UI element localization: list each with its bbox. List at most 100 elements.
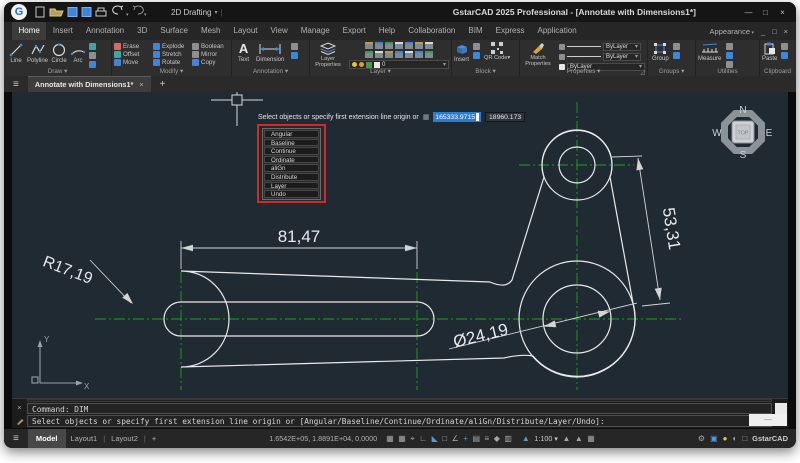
measure-tool[interactable]: Measure — [698, 42, 721, 62]
workspace-grid-icon[interactable]: ▦ — [587, 434, 595, 443]
tab-home[interactable]: Home — [12, 22, 47, 40]
layer-state-icon[interactable] — [385, 51, 393, 58]
snap-mode-icon[interactable]: ▦ — [398, 434, 406, 443]
panel-label-annotation[interactable]: Annotation ▾ — [232, 67, 309, 76]
dynamic-input-toggle-icon[interactable]: + — [463, 434, 468, 443]
appearance-menu[interactable]: Appearance ▾ — [710, 27, 754, 36]
qr-code-tool[interactable]: QR Code▾ — [484, 42, 510, 61]
match-properties-tool[interactable]: Match Properties — [522, 42, 554, 67]
text-tool[interactable]: A Text — [238, 42, 249, 64]
document-tab-active[interactable]: Annotate with Dimensions1* × — [27, 76, 151, 92]
copy-tool[interactable]: Copy — [192, 59, 231, 67]
tab-collaboration[interactable]: Collaboration — [402, 22, 462, 40]
tab-manage[interactable]: Manage — [294, 22, 336, 40]
gstarcad-logo-icon[interactable]: G — [11, 4, 27, 20]
tab-view[interactable]: View — [264, 22, 294, 40]
add-layout-button[interactable]: + — [147, 434, 161, 443]
layer-state-icon[interactable] — [415, 42, 423, 49]
erase-tool[interactable]: Erase — [114, 42, 153, 50]
panel-label-block[interactable]: Block ▾ — [452, 67, 519, 76]
circle-tool[interactable]: Circle — [51, 42, 67, 64]
restore-button[interactable]: □ — [758, 8, 773, 17]
arc-tool[interactable]: Arc — [70, 42, 86, 64]
lock-ui-icon[interactable]: ▣ — [710, 434, 718, 443]
tab-application[interactable]: Application — [531, 22, 583, 40]
block-edit-icon[interactable] — [473, 43, 481, 50]
ortho-mode-icon[interactable]: ∟ — [419, 434, 427, 443]
layer-state-icon[interactable] — [395, 42, 403, 49]
doc-menu-icon[interactable]: ≡ — [13, 79, 19, 90]
leader-tool-icon[interactable] — [291, 43, 299, 50]
transparency-icon[interactable]: ≡ — [485, 434, 490, 443]
polyline-tool[interactable]: Polyline — [27, 42, 48, 64]
tab-insert[interactable]: Insert — [46, 22, 79, 40]
gear-icon[interactable]: ⚙ — [698, 434, 705, 443]
hardware-acceleration-bulb-icon[interactable]: ● — [723, 434, 728, 443]
annotation-monitor-icon[interactable]: ▥ — [504, 434, 512, 443]
panel-label-utilities[interactable]: Utilities — [696, 67, 759, 76]
layer-state-icon[interactable] — [415, 51, 423, 58]
layer-state-icon[interactable] — [365, 51, 373, 58]
tab-close-icon[interactable]: × — [139, 80, 143, 89]
color-dropdown[interactable]: ByLayer ▾ — [603, 42, 641, 51]
customize-pencil-icon[interactable] — [16, 417, 24, 425]
annotation-visibility-icon[interactable]: ▲ — [522, 434, 530, 443]
isolate-objects-icon[interactable]: ◐ — [732, 434, 737, 443]
rectangle-tool-icon[interactable] — [89, 43, 97, 50]
layer-state-icon[interactable] — [375, 51, 383, 58]
redo-dropdown-caret[interactable]: ▾ — [144, 12, 147, 18]
panel-label-layer[interactable]: Layer ▾ — [310, 67, 451, 76]
hatch-tool-icon[interactable] — [89, 52, 97, 59]
panel-label-draw[interactable]: Draw ▾ — [4, 67, 111, 76]
mdi-minimize-button[interactable]: _ — [761, 27, 765, 36]
offset-tool[interactable]: Offset — [114, 50, 153, 58]
command-scrollbar[interactable] — [775, 403, 787, 414]
coordinates-readout[interactable]: 1.6542E+05, 1.8891E+04, 0.0000 — [269, 434, 377, 443]
dynamic-ucs-icon[interactable]: ∠ — [452, 434, 459, 443]
tab-help[interactable]: Help — [372, 22, 401, 40]
new-tab-button[interactable]: + — [160, 79, 166, 90]
annotation-scale-icon[interactable]: ▲ — [575, 434, 583, 443]
insert-block-tool[interactable]: Insert — [454, 42, 469, 63]
tab-model[interactable]: Model — [27, 428, 66, 448]
table-tool-icon[interactable] — [291, 52, 299, 59]
linetype-dropdown[interactable]: ByLayer ▾ — [603, 52, 641, 61]
close-command-icon[interactable]: × — [17, 403, 21, 412]
minimize-button[interactable]: — — [741, 8, 756, 17]
cut-icon[interactable] — [781, 43, 789, 50]
paste-tool[interactable]: Paste — [762, 42, 777, 62]
quick-calc-icon[interactable] — [726, 43, 734, 50]
command-expand-button[interactable]: — — [749, 414, 787, 426]
explode-tool[interactable]: Explode — [153, 42, 192, 50]
layer-state-icon[interactable] — [375, 42, 383, 49]
navcube[interactable]: TOP N E S W — [712, 105, 772, 161]
tab-mesh[interactable]: Mesh — [194, 22, 227, 40]
mdi-close-button[interactable]: × — [784, 27, 788, 36]
copy-clip-icon[interactable] — [781, 52, 789, 59]
tab-express[interactable]: Express — [489, 22, 531, 40]
command-input-line[interactable]: Select objects or specify first extensio… — [27, 415, 772, 427]
status-menu-icon[interactable]: ≡ — [13, 433, 19, 444]
dynamic-input-x-field[interactable]: 165333.9715 — [433, 112, 482, 122]
layer-state-icon[interactable] — [405, 42, 413, 49]
tab-annotation[interactable]: Annotation — [79, 22, 130, 40]
tab-layout[interactable]: Layout — [227, 22, 264, 40]
selection-cycling-icon[interactable]: ◆ — [494, 434, 500, 443]
panel-label-clipboard[interactable]: Clipboard — [760, 67, 795, 76]
layer-properties-tool[interactable]: Layer Properties — [312, 42, 344, 68]
navcube-west[interactable]: W — [712, 128, 722, 139]
object-track-icon[interactable]: □ — [442, 434, 447, 443]
panel-label-modify[interactable]: Modify ▾ — [112, 67, 231, 76]
navcube-south[interactable]: S — [740, 150, 747, 161]
drawing-canvas[interactable]: 81,47 53,31 Ø24,19 R17,19 Y X TOP N E S … — [12, 92, 788, 398]
tab-bim[interactable]: BIM — [462, 22, 489, 40]
layer-state-icon[interactable] — [425, 51, 433, 58]
rotate-tool[interactable]: Rotate — [153, 59, 192, 67]
annotation-scale-dropdown[interactable]: 1:100 ▾ — [534, 434, 558, 443]
navcube-north[interactable]: N — [739, 105, 746, 116]
layer-state-icon[interactable] — [395, 51, 403, 58]
boolean-tool[interactable]: Boolean — [192, 42, 231, 50]
polar-tracking-icon[interactable]: ⌖ — [410, 434, 415, 444]
layer-state-icon[interactable] — [405, 51, 413, 58]
lineweight-display-icon[interactable]: ▤ — [472, 434, 480, 443]
